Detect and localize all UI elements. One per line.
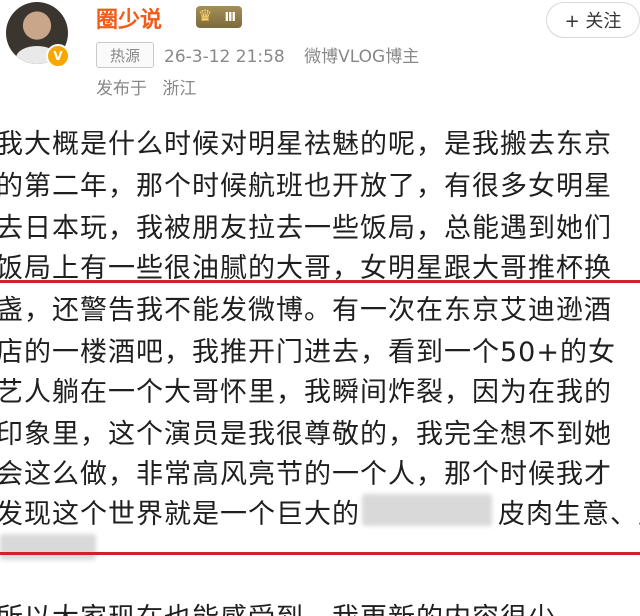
level-badge-label: Ⅲ	[224, 10, 236, 24]
post-line: 会这么做，非常高风亮节的一个人，那个时候我才	[0, 459, 612, 490]
username[interactable]: 圈少说	[96, 2, 162, 34]
post-line: 盏，还警告我不能发微博。有一次在东京艾迪逊酒	[0, 295, 612, 326]
red-underline	[0, 552, 640, 555]
location-prefix: 发布于	[96, 79, 147, 99]
post-body: 我大概是什么时候对明星祛魅的呢，是我搬去东京 的第二年，那个时候航班也开放了，有…	[0, 118, 640, 616]
post-line: 所以大家现在也能感受到，我更新的内容很少，	[0, 596, 584, 616]
blurred-text	[362, 494, 492, 526]
follow-button-label: + 关注	[564, 11, 622, 32]
level-badge[interactable]: ♛ Ⅲ	[196, 6, 242, 28]
red-underline	[0, 280, 640, 283]
post-line: 发现这个世界就是一个巨大的	[0, 499, 360, 530]
crown-icon: ♛	[198, 6, 213, 25]
post-line: 我大概是什么时候对明星祛魅的呢，是我搬去东京	[0, 129, 612, 160]
hot-tag[interactable]: 热源	[96, 42, 154, 68]
post-line: 印象里，这个演员是我很尊敬的，我完全想不到她	[0, 419, 612, 450]
location-value: 浙江	[162, 79, 197, 99]
post-line-tail: 皮肉生意、风	[498, 499, 640, 530]
post-datetime: 26-3-12 21:58	[164, 47, 285, 67]
post-line: 艺人躺在一个大哥怀里，我瞬间炸裂，因为在我的	[0, 377, 612, 408]
post-meta: 26-3-12 21:58 微博VLOG博主	[164, 42, 433, 67]
post-header: V 圈少说 ♛ Ⅲ + 关注 热源 26-3-12 21:58 微博VLOG博主…	[0, 0, 640, 108]
post-line: 的第二年，那个时候航班也开放了，有很多女明星	[0, 171, 612, 202]
verified-badge-icon: V	[46, 44, 70, 68]
post-line: 去日本玩，我被朋友拉去一些饭局，总能遇到她们	[0, 213, 612, 244]
post-source: 微博VLOG博主	[304, 47, 420, 67]
post-line: 店的一楼酒吧，我推开门进去，看到一个50+的女	[0, 337, 616, 368]
blurred-text	[0, 534, 96, 560]
post-location: 发布于 浙江	[96, 74, 206, 99]
follow-button[interactable]: + 关注	[546, 2, 640, 38]
